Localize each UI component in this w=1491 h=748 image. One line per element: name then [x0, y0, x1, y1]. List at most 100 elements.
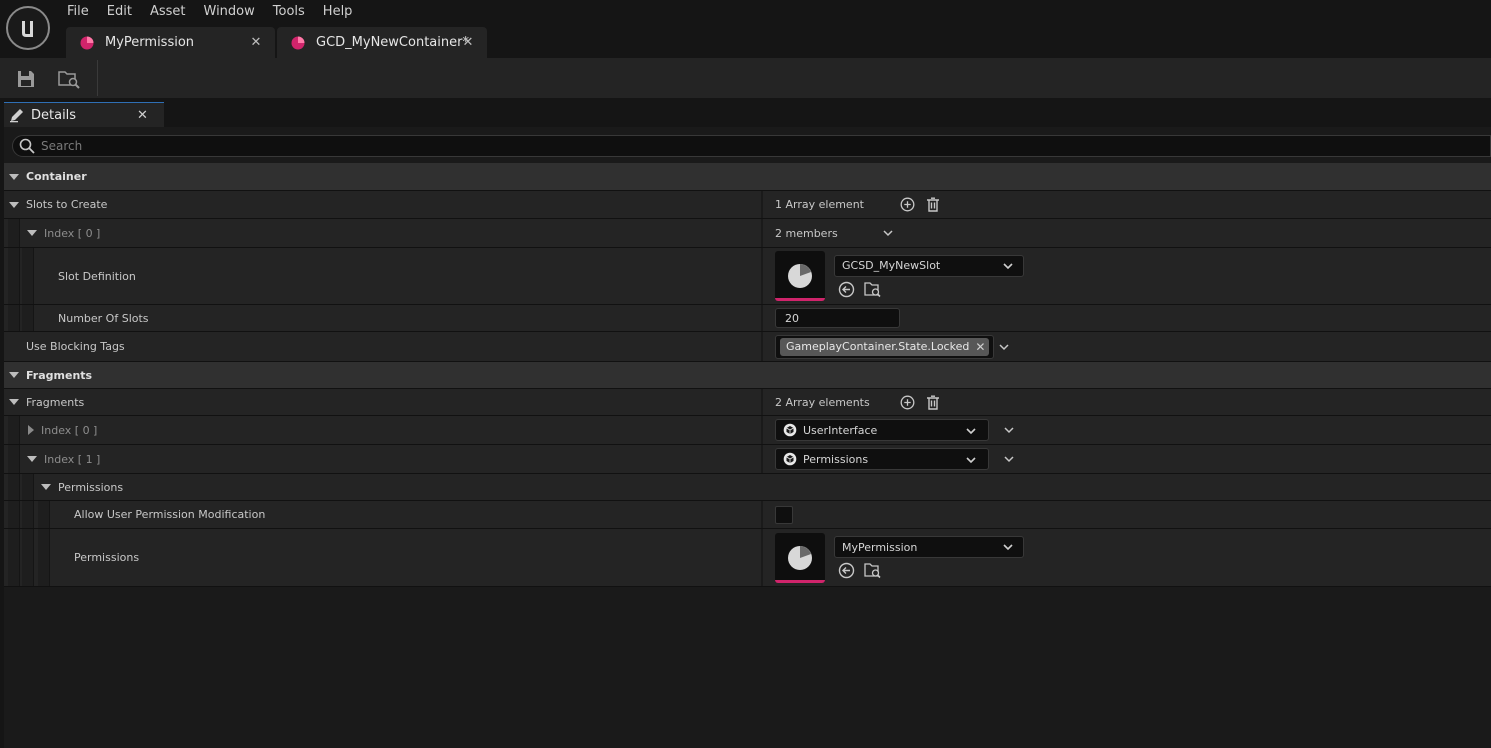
tab-gcd-mynewcontainer[interactable]: GCD_MyNewContainer* ✕ — [277, 27, 487, 58]
category-container[interactable]: Container — [4, 163, 1491, 191]
asset-color-strip — [775, 579, 825, 583]
property-value: GCSD_MyNewSlot — [763, 248, 1024, 304]
close-icon[interactable]: ✕ — [137, 108, 148, 123]
menu-window[interactable]: Window — [195, 0, 264, 24]
search-input[interactable] — [41, 139, 1441, 153]
unreal-logo-icon[interactable] — [6, 6, 50, 50]
property-label: Slots to Create — [26, 198, 108, 211]
category-fragments[interactable]: Fragments — [4, 362, 1491, 389]
property-label: Slot Definition — [58, 269, 136, 283]
chevron-down-icon[interactable] — [883, 228, 893, 238]
add-element-button[interactable] — [899, 197, 915, 213]
asset-combo[interactable]: MyPermission — [834, 536, 1024, 558]
gameplay-tag-container[interactable]: GameplayContainer.State.Locked ✕ — [775, 334, 995, 359]
trash-icon — [927, 395, 939, 410]
fragment-type-combo[interactable]: Permissions — [775, 448, 989, 470]
property-label: Index [ 1 ] — [44, 452, 101, 466]
indent-guide — [8, 445, 20, 473]
property-label: Index [ 0 ] — [44, 226, 101, 240]
use-selected-icon[interactable] — [838, 281, 855, 298]
property-fragment-index-1: Index [ 1 ] Permissions — [4, 445, 1491, 474]
clear-array-button[interactable] — [925, 394, 941, 410]
collapse-arrow-icon[interactable] — [9, 201, 19, 208]
struct-icon — [783, 423, 797, 437]
expand-arrow-icon[interactable] — [28, 425, 34, 435]
indent-guide — [8, 501, 20, 528]
panel-tab-bar: Details ✕ — [0, 98, 1491, 127]
collapse-arrow-icon[interactable] — [41, 484, 51, 490]
toolbar — [0, 58, 1491, 98]
pencil-icon — [10, 109, 23, 123]
use-selected-icon[interactable] — [838, 562, 855, 579]
property-name: Index [ 0 ] — [27, 219, 100, 247]
collapse-arrow-icon[interactable] — [27, 456, 37, 462]
property-name: Number Of Slots — [58, 305, 149, 331]
menu-bar: File Edit Asset Window Tools Help — [58, 0, 361, 24]
property-name: Fragments — [9, 389, 84, 415]
indent-guide — [38, 501, 50, 528]
tab-details[interactable]: Details ✕ — [4, 102, 164, 127]
chevron-down-icon[interactable] — [1004, 454, 1014, 464]
tab-mypermission[interactable]: MyPermission ✕ — [66, 27, 275, 58]
menu-help[interactable]: Help — [314, 0, 362, 24]
indent-guide — [22, 248, 34, 304]
property-permissions: Permissions MyPermission — [4, 529, 1491, 587]
indent-guide — [8, 474, 20, 500]
indent-guide — [38, 529, 50, 586]
number-of-slots-input[interactable]: 20 — [775, 308, 900, 328]
menu-asset[interactable]: Asset — [141, 0, 195, 24]
asset-thumbnail[interactable] — [775, 251, 825, 301]
chevron-down-icon[interactable] — [999, 342, 1009, 352]
clear-array-button[interactable] — [925, 197, 941, 213]
property-allow-user-permission-modification: Allow User Permission Modification — [4, 501, 1491, 529]
property-slots-to-create: Slots to Create 1 Array element — [4, 191, 1491, 219]
indent-guide — [22, 474, 34, 500]
chevron-down-icon[interactable] — [1004, 425, 1014, 435]
save-icon — [18, 71, 34, 87]
close-icon[interactable]: ✕ — [249, 35, 263, 50]
menu-tools[interactable]: Tools — [264, 0, 314, 24]
fragment-type-combo[interactable]: UserInterface — [775, 419, 989, 441]
property-name: Index [ 0 ] — [28, 416, 97, 444]
add-element-button[interactable] — [899, 394, 915, 410]
property-slot-definition: Slot Definition GCSD_MyNewSlot — [4, 248, 1491, 305]
allow-user-permission-checkbox[interactable] — [775, 505, 793, 524]
asset-color-strip — [775, 298, 825, 301]
indent-guide — [8, 219, 20, 247]
browse-folder-icon[interactable] — [864, 562, 881, 579]
browse-folder-icon[interactable] — [864, 281, 881, 298]
menu-file[interactable]: File — [58, 0, 98, 24]
fragment-type-label: Permissions — [803, 452, 869, 466]
collapse-arrow-icon[interactable] — [9, 399, 19, 405]
asset-picker: GCSD_MyNewSlot — [834, 254, 1024, 298]
remove-tag-icon[interactable]: ✕ — [975, 340, 985, 354]
close-icon[interactable]: ✕ — [461, 35, 475, 50]
chevron-down-icon — [966, 428, 976, 435]
collapse-arrow-icon[interactable] — [9, 372, 19, 378]
gameplay-tag-chip[interactable]: GameplayContainer.State.Locked ✕ — [780, 337, 990, 356]
asset-combo[interactable]: GCSD_MyNewSlot — [834, 254, 1024, 277]
asset-thumbnail[interactable] — [775, 532, 825, 583]
property-label: Number Of Slots — [58, 311, 149, 325]
indent-guide — [22, 501, 34, 528]
asset-name: MyPermission — [842, 540, 918, 554]
asset-actions — [838, 562, 1024, 579]
data-asset-icon — [80, 36, 94, 49]
search-box[interactable] — [12, 135, 1491, 157]
property-label: Permissions — [74, 551, 140, 564]
category-header: Fragments — [9, 362, 92, 388]
collapse-arrow-icon[interactable] — [9, 173, 19, 180]
save-button[interactable] — [15, 68, 37, 90]
category-header: Container — [9, 163, 87, 190]
group-permissions: Permissions — [4, 474, 1491, 501]
property-value: 20 — [763, 305, 900, 331]
tab-label: MyPermission — [105, 35, 195, 50]
property-value: MyPermission — [763, 529, 1024, 586]
property-name: Allow User Permission Modification — [74, 501, 265, 528]
browse-to-asset-button[interactable] — [58, 68, 80, 90]
collapse-arrow-icon[interactable] — [27, 230, 37, 236]
property-value — [763, 501, 793, 528]
property-value: Permissions — [763, 445, 1014, 473]
property-value: UserInterface — [763, 416, 1014, 444]
menu-edit[interactable]: Edit — [98, 0, 141, 24]
